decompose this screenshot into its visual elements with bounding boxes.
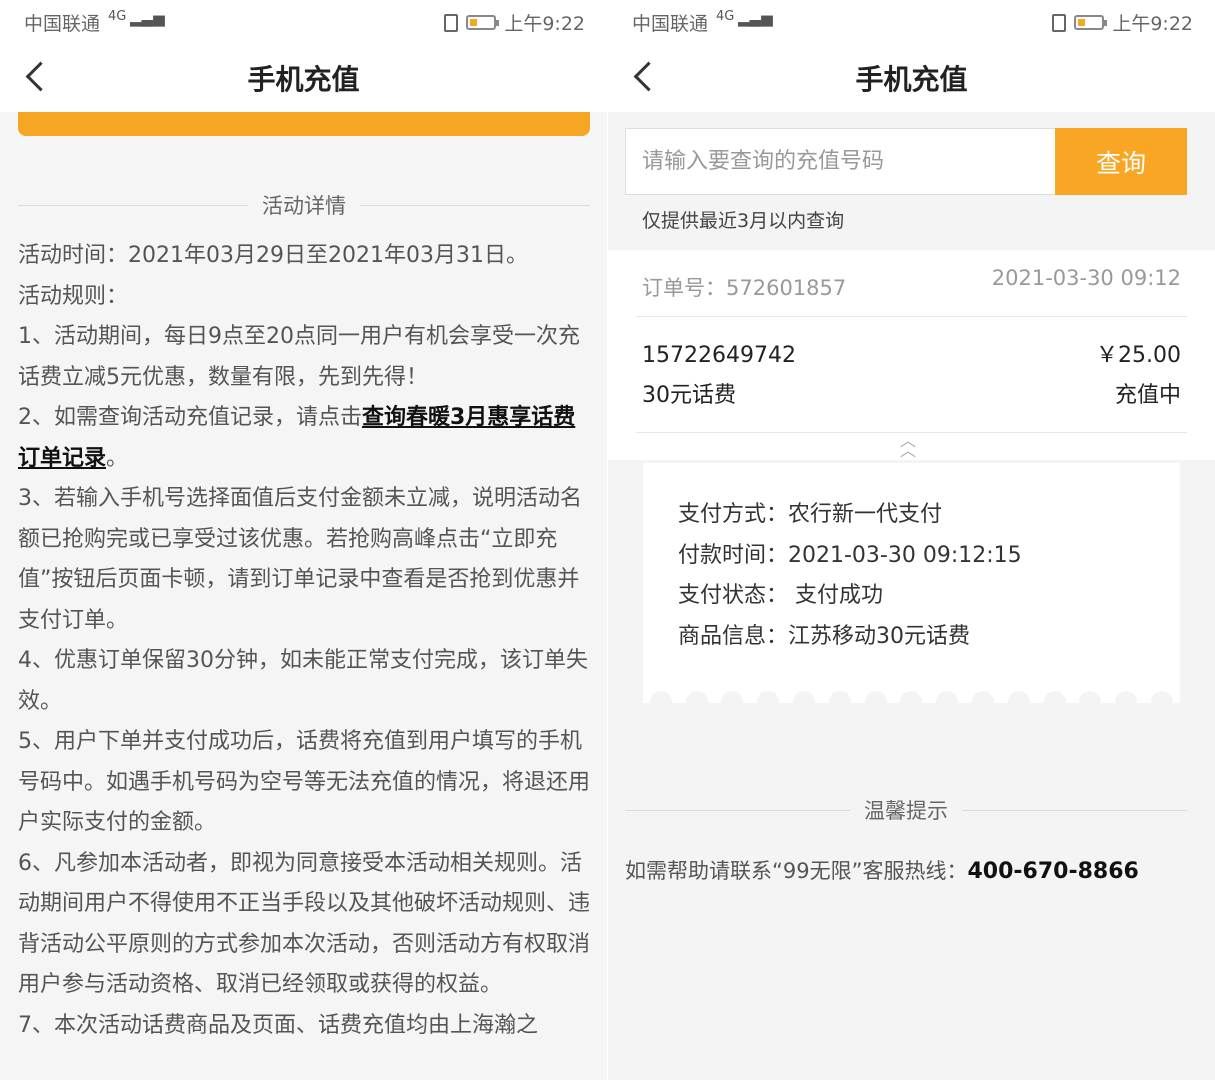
status-right: 上午9:22 <box>1052 9 1193 36</box>
pay-time: 付款时间：2021-03-30 09:12:15 <box>678 542 1022 568</box>
title-bar: 手机充值 <box>608 42 1215 112</box>
battery-icon <box>1074 15 1108 30</box>
order-phone: 15722649742 <box>642 343 796 368</box>
recharge-button[interactable] <box>18 112 590 136</box>
order-card[interactable]: 订单号：572601857 2021-03-30 09:12 157226497… <box>608 250 1215 460</box>
rule-5: 5、用户下单并支付成功后，话费将充值到用户填写的手机号码中。如遇手机号码为空号等… <box>18 729 591 835</box>
vibrate-icon <box>1052 13 1067 32</box>
vibrate-icon <box>444 13 459 32</box>
phone-search-input[interactable] <box>625 128 1055 195</box>
status-bar: 中国联通 4G ▂▃▅ 上午9:22 <box>608 0 1215 42</box>
search-button[interactable]: 查询 <box>1055 128 1187 195</box>
order-time: 2021-03-30 09:12 <box>991 266 1181 290</box>
order-number: 订单号：572601857 <box>642 276 847 300</box>
order-header: 订单号：572601857 2021-03-30 09:12 <box>642 264 1181 316</box>
carrier-name: 中国联通 <box>632 13 709 35</box>
search-bar: 查询 <box>625 128 1187 195</box>
section-header: 活动详情 <box>18 190 590 220</box>
tips-text: 如需帮助请联系“99无限”客服热线： <box>625 859 968 883</box>
rule-4: 4、优惠订单保留30分钟，如未能正常支付完成，该订单失效。 <box>18 648 588 714</box>
page-title: 手机充值 <box>855 63 968 96</box>
rule-2: 2、如需查询活动充值记录，请点击查询春暖3月惠享话费订单记录。 <box>18 398 593 479</box>
payment-details: 支付方式：农行新一代支付 付款时间：2021-03-30 09:12:15 支付… <box>678 495 1022 657</box>
battery-icon <box>466 15 500 30</box>
rule-heading: 活动规则： <box>18 283 129 309</box>
hotline-number[interactable]: 400-670-8866 <box>967 859 1138 884</box>
rule-6: 6、凡参加本活动者，即视为同意接受本活动相关规则。活动期间用户不得使用不正当手段… <box>18 850 591 998</box>
collapse-chevron-icon[interactable]: ︿ ︿ <box>898 433 918 459</box>
rule-1: 1、活动期间，每日9点至20点同一用户有机会享受一次充话费立减5元优惠，数量有限… <box>18 324 580 390</box>
right-screen: 中国联通 4G ▂▃▅ 上午9:22 手机充值 查询 仅提供最近3月以内查询 订… <box>608 0 1215 1080</box>
status-bar: 中国联通 4G ▂▃▅ 上午9:22 <box>0 0 607 42</box>
wifi-icon: ▂▃▅ <box>738 9 773 27</box>
clock: 上午9:22 <box>1112 13 1193 35</box>
rule-2-text: 2、如需查询活动充值记录，请点击 <box>18 405 362 430</box>
carrier-name: 中国联通 <box>24 13 101 35</box>
order-amount: ￥25.00 <box>1096 343 1181 368</box>
help-tips: 如需帮助请联系“99无限”客服热线：400-670-8866 <box>625 855 1139 885</box>
pay-method: 支付方式：农行新一代支付 <box>678 502 943 527</box>
pay-status: 支付状态： 支付成功 <box>678 583 883 608</box>
page-title: 手机充值 <box>247 63 360 96</box>
divider <box>636 316 1187 317</box>
payment-detail-card: 支付方式：农行新一代支付 付款时间：2021-03-30 09:12:15 支付… <box>643 463 1180 713</box>
tips-header: 温馨提示 <box>625 795 1187 825</box>
query-hint: 仅提供最近3月以内查询 <box>642 210 845 232</box>
status-right: 上午9:22 <box>444 9 585 36</box>
rule-7: 7、本次活动话费商品及页面、话费充值均由上海瀚之 <box>18 1012 538 1038</box>
receipt-edge <box>643 691 1180 713</box>
rule-time: 活动时间：2021年03月29日至2021年03月31日。 <box>18 243 528 268</box>
tips-title: 温馨提示 <box>864 799 948 823</box>
rule-2-end: 。 <box>106 445 129 471</box>
goods-info: 商品信息：江苏移动30元话费 <box>678 623 970 649</box>
rule-3: 3、若输入手机号选择面值后支付金额未立减，说明活动名额已抢购完或已享受过该优惠。… <box>18 486 582 633</box>
wifi-icon: ▂▃▅ <box>130 9 165 27</box>
order-product: 30元话费 <box>642 383 736 408</box>
signal-icon: 4G <box>108 9 127 24</box>
title-bar: 手机充值 <box>0 42 607 112</box>
signal-icon: 4G <box>716 9 735 24</box>
section-title: 活动详情 <box>262 194 346 218</box>
order-body: 15722649742 ￥25.00 30元话费 充值中 <box>642 336 1181 416</box>
order-status: 充值中 <box>1114 383 1181 408</box>
left-screen: 中国联通 4G ▂▃▅ 上午9:22 手机充值 活动详情 活动时间：2021年0… <box>0 0 607 1080</box>
clock: 上午9:22 <box>504 13 585 35</box>
activity-rules: 活动时间：2021年03月29日至2021年03月31日。 活动规则： 1、活动… <box>18 236 593 1046</box>
